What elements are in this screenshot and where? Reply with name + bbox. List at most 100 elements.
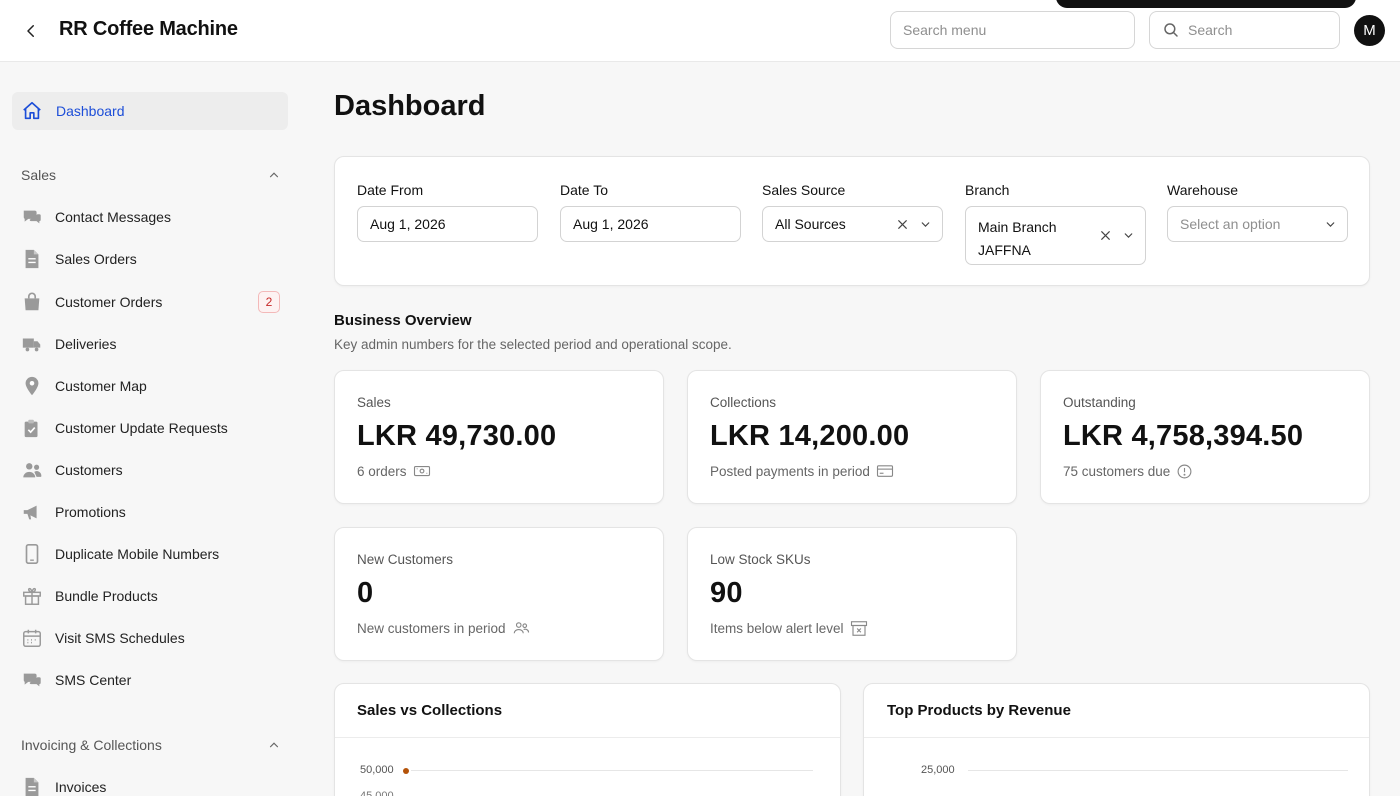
chart-card-top-products: Top Products by Revenue 25,000 bbox=[863, 683, 1370, 796]
date-to-field[interactable]: Aug 1, 2026 bbox=[560, 206, 741, 242]
stat-label: Collections bbox=[710, 395, 777, 410]
sidebar-item-deliveries[interactable]: Deliveries bbox=[20, 327, 284, 361]
stat-subtext: Items below alert level bbox=[710, 620, 868, 637]
sidebar-item-label: Customer Update Requests bbox=[55, 420, 228, 436]
sidebar-item-dashboard[interactable]: Dashboard bbox=[12, 92, 288, 130]
sidebar-section-sales[interactable]: Sales bbox=[21, 165, 281, 185]
sidebar-item-customer-orders[interactable]: Customer Orders 2 bbox=[20, 285, 284, 319]
warehouse-select[interactable]: Select an option bbox=[1167, 206, 1348, 242]
stat-label: Low Stock SKUs bbox=[710, 552, 811, 567]
branch-value-line1: Main Branch bbox=[978, 219, 1057, 235]
search-icon bbox=[1164, 23, 1178, 37]
sales-source-select[interactable]: All Sources bbox=[762, 206, 943, 242]
sidebar-item-label: Customers bbox=[55, 462, 123, 478]
sidebar-item-sms-center[interactable]: SMS Center bbox=[20, 663, 284, 697]
chevron-up-icon bbox=[269, 172, 279, 178]
business-overview-subtitle: Key admin numbers for the selected perio… bbox=[334, 337, 732, 352]
branch-label: Branch bbox=[965, 182, 1010, 198]
user-avatar[interactable]: M bbox=[1354, 15, 1385, 46]
branch-select[interactable]: Main Branch JAFFNA bbox=[965, 206, 1146, 265]
chart-title: Sales vs Collections bbox=[357, 702, 503, 719]
document-icon bbox=[20, 775, 44, 796]
chevron-down-icon bbox=[1124, 233, 1133, 238]
map-pin-icon bbox=[20, 374, 44, 398]
sidebar-item-label: Dashboard bbox=[56, 103, 125, 119]
stat-subtext: 6 orders bbox=[357, 463, 431, 479]
gridline bbox=[968, 770, 1348, 771]
search-menu-input[interactable] bbox=[890, 11, 1135, 49]
credit-card-icon bbox=[876, 465, 893, 477]
section-title: Invoicing & Collections bbox=[21, 737, 162, 753]
stat-sub-text: Posted payments in period bbox=[710, 463, 870, 479]
sidebar-item-duplicate-mobile-numbers[interactable]: Duplicate Mobile Numbers bbox=[20, 537, 284, 571]
sidebar-item-label: Customer Orders bbox=[55, 294, 163, 310]
stat-subtext: Posted payments in period bbox=[710, 463, 894, 479]
sidebar-item-label: Contact Messages bbox=[55, 209, 171, 225]
stat-subtext: New customers in period bbox=[357, 620, 530, 636]
stat-subtext: 75 customers due bbox=[1063, 463, 1193, 480]
sidebar-item-customer-update-requests[interactable]: Customer Update Requests bbox=[20, 411, 284, 445]
global-search[interactable] bbox=[1149, 11, 1340, 49]
sidebar-item-visit-sms-schedules[interactable]: Visit SMS Schedules bbox=[20, 621, 284, 655]
sidebar-item-contact-messages[interactable]: Contact Messages bbox=[20, 200, 284, 234]
stat-value: 0 bbox=[357, 577, 374, 609]
filters-card: Date From Aug 1, 2026 Date To Aug 1, 202… bbox=[334, 156, 1370, 286]
y-tick-label: 50,000 bbox=[360, 764, 394, 776]
chevron-down-icon bbox=[1326, 221, 1335, 227]
data-point bbox=[403, 768, 409, 774]
sidebar-item-label: Duplicate Mobile Numbers bbox=[55, 546, 220, 562]
top-bar: RR Coffee Machine M bbox=[0, 0, 1400, 62]
users-icon bbox=[513, 622, 529, 634]
gift-icon bbox=[20, 584, 44, 608]
chevron-down-icon bbox=[921, 221, 930, 227]
divider bbox=[864, 737, 1369, 738]
sidebar-item-label: Deliveries bbox=[55, 336, 117, 352]
back-button[interactable] bbox=[18, 18, 44, 44]
sidebar-section-invoicing-collections[interactable]: Invoicing & Collections bbox=[21, 735, 281, 755]
shopping-bag-icon bbox=[20, 290, 44, 314]
sidebar-item-promotions[interactable]: Promotions bbox=[20, 495, 284, 529]
sales-source-label: Sales Source bbox=[762, 182, 846, 198]
count-badge: 2 bbox=[258, 291, 280, 313]
sidebar-item-bundle-products[interactable]: Bundle Products bbox=[20, 579, 284, 613]
mobile-phone-icon bbox=[20, 542, 44, 566]
y-tick-label: 25,000 bbox=[921, 764, 955, 776]
truck-icon bbox=[20, 332, 44, 356]
stat-sub-text: Items below alert level bbox=[710, 621, 844, 636]
clipboard-check-icon bbox=[20, 416, 44, 440]
business-overview-title: Business Overview bbox=[334, 312, 472, 329]
date-to-value: Aug 1, 2026 bbox=[573, 216, 649, 232]
stat-card-new-customers: New Customers 0 New customers in period bbox=[334, 527, 664, 661]
chevron-left-icon bbox=[27, 25, 34, 37]
stat-card-sales: Sales LKR 49,730.00 6 orders bbox=[334, 370, 664, 504]
sidebar-item-customer-map[interactable]: Customer Map bbox=[20, 369, 284, 403]
archive-x-icon bbox=[850, 621, 867, 636]
stat-value: LKR 4,758,394.50 bbox=[1063, 420, 1304, 452]
divider bbox=[335, 737, 840, 738]
sidebar-item-customers[interactable]: Customers bbox=[20, 453, 284, 487]
gridline bbox=[411, 770, 813, 771]
sidebar-item-label: Invoices bbox=[55, 779, 107, 795]
warehouse-placeholder: Select an option bbox=[1180, 216, 1281, 232]
search-input[interactable] bbox=[1188, 22, 1318, 38]
date-from-field[interactable]: Aug 1, 2026 bbox=[357, 206, 538, 242]
clear-icon[interactable] bbox=[1099, 229, 1112, 242]
stat-card-low-stock-skus: Low Stock SKUs 90 Items below alert leve… bbox=[687, 527, 1017, 661]
sidebar-item-label: Customer Map bbox=[55, 378, 147, 394]
users-icon bbox=[20, 458, 44, 482]
stat-sub-text: 75 customers due bbox=[1063, 464, 1171, 479]
sidebar-item-sales-orders[interactable]: Sales Orders bbox=[20, 242, 284, 276]
notification-banner bbox=[1056, 0, 1356, 8]
y-tick-label-partial: 45,000 bbox=[360, 790, 394, 796]
app-title: RR Coffee Machine bbox=[59, 18, 238, 40]
calendar-icon bbox=[20, 626, 44, 650]
banknote-icon bbox=[413, 465, 430, 477]
home-icon bbox=[23, 101, 41, 120]
megaphone-icon bbox=[20, 500, 44, 524]
clear-icon[interactable] bbox=[896, 218, 909, 231]
stat-card-collections: Collections LKR 14,200.00 Posted payment… bbox=[687, 370, 1017, 504]
stat-card-outstanding: Outstanding LKR 4,758,394.50 75 customer… bbox=[1040, 370, 1370, 504]
sidebar-item-label: SMS Center bbox=[55, 672, 132, 688]
sidebar-item-invoices[interactable]: Invoices bbox=[20, 770, 284, 796]
stat-sub-text: 6 orders bbox=[357, 463, 407, 479]
